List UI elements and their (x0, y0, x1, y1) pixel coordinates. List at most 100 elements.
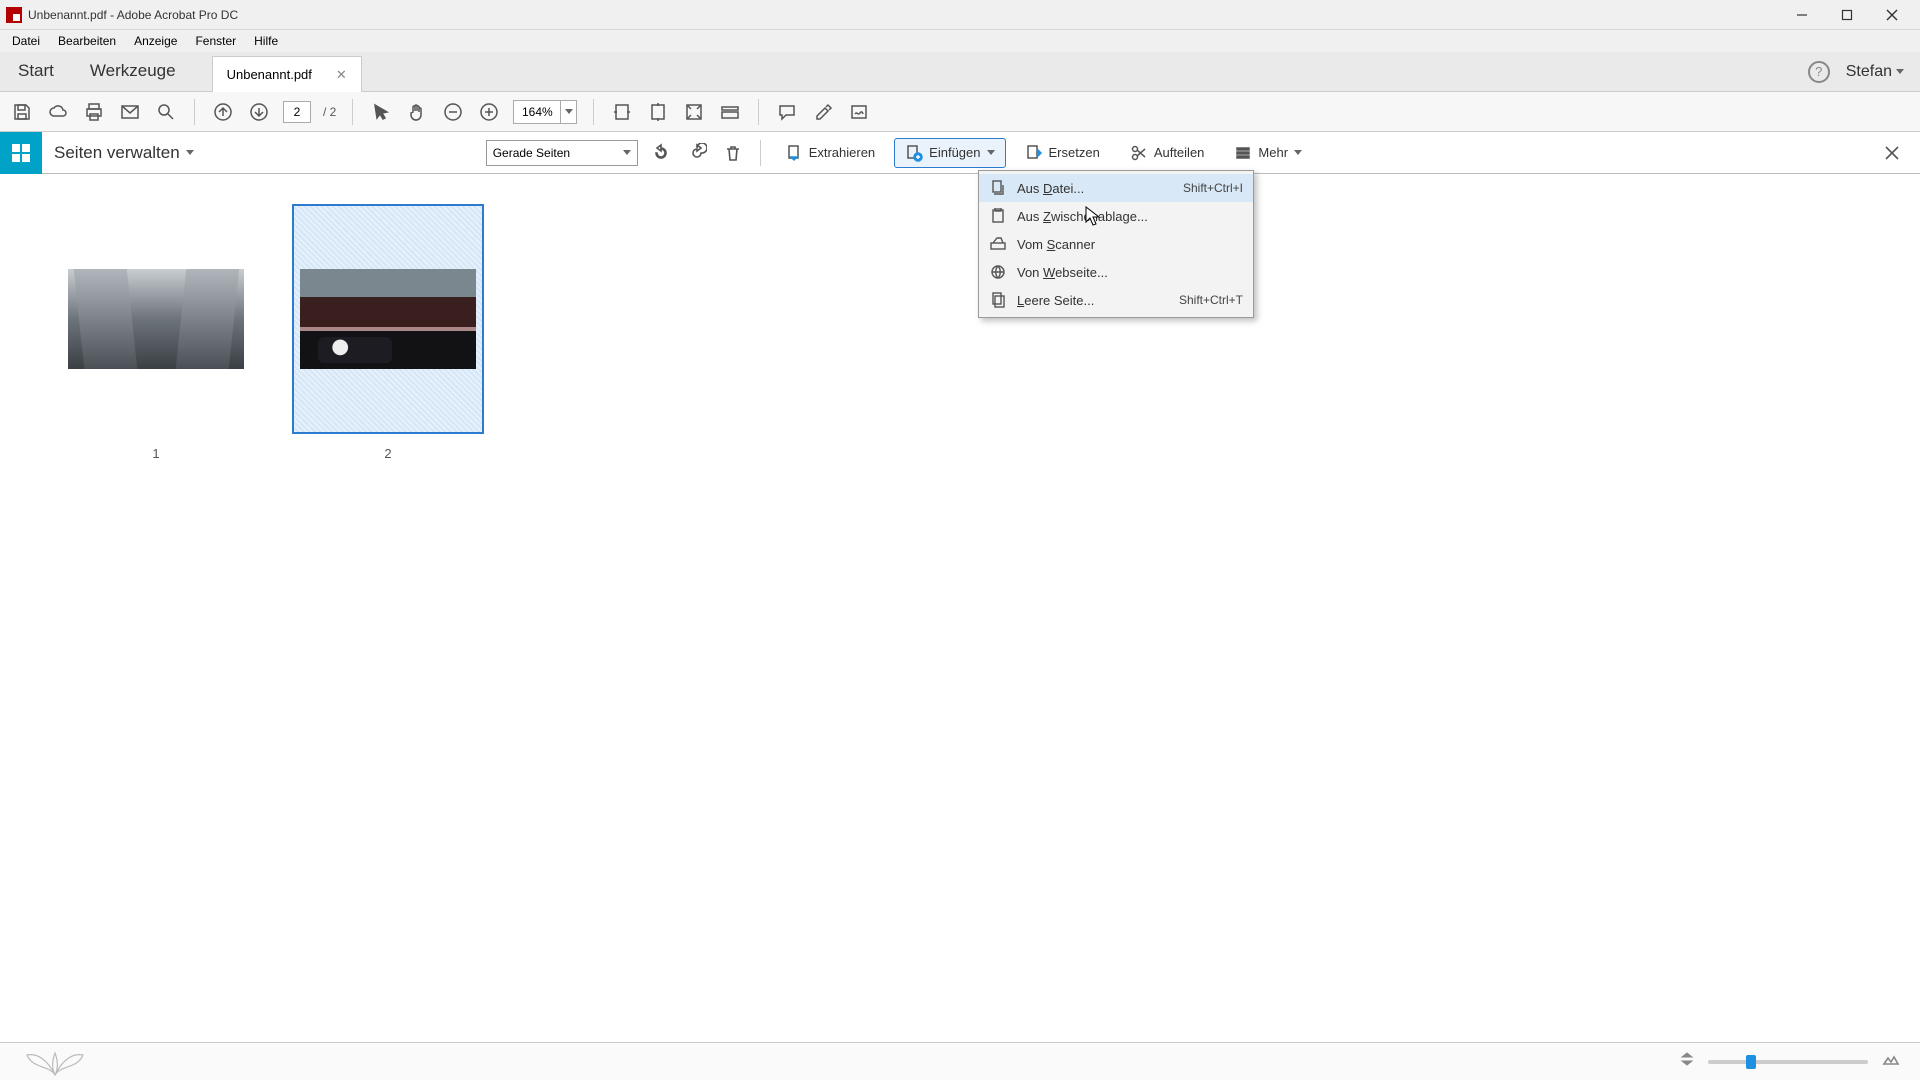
page-down-icon[interactable] (247, 100, 271, 124)
dropdown-vom-scanner-label: Vom Scanner (1017, 237, 1243, 252)
thumbnails-area[interactable]: 1 2 (0, 174, 1920, 1042)
tab-document-label: Unbenannt.pdf (227, 67, 312, 82)
tab-document[interactable]: Unbenannt.pdf ✕ (212, 56, 362, 92)
maximize-button[interactable] (1824, 0, 1869, 30)
menu-fenster[interactable]: Fenster (187, 32, 244, 50)
zoom-select[interactable]: 164% (513, 100, 577, 124)
menu-anzeige[interactable]: Anzeige (126, 32, 185, 50)
split-label: Aufteilen (1154, 145, 1205, 160)
mode-label[interactable]: Seiten verwalten (42, 143, 206, 163)
blank-page-icon (989, 291, 1007, 309)
page-up-icon[interactable] (211, 100, 235, 124)
help-icon[interactable]: ? (1808, 61, 1830, 83)
separator (593, 99, 594, 125)
close-tool-button[interactable] (1878, 139, 1906, 167)
collapse-icon[interactable] (1680, 1051, 1694, 1072)
mode-label-text: Seiten verwalten (54, 143, 180, 163)
dropdown-aus-datei-shortcut: Shift+Ctrl+I (1183, 181, 1243, 195)
file-icon (989, 179, 1007, 197)
tools-row: Seiten verwalten Gerade Seiten Extrahier… (0, 132, 1920, 174)
split-button[interactable]: Aufteilen (1120, 139, 1215, 167)
menu-hilfe[interactable]: Hilfe (246, 32, 286, 50)
zoom-value: 164% (514, 105, 560, 119)
tab-werkzeuge[interactable]: Werkzeuge (72, 51, 194, 91)
comment-icon[interactable] (775, 100, 799, 124)
page-filter-select[interactable]: Gerade Seiten (486, 140, 638, 166)
replace-button[interactable]: Ersetzen (1015, 139, 1110, 167)
close-tab-icon[interactable]: ✕ (336, 67, 347, 83)
butterfly-logo-icon (20, 1039, 90, 1085)
separator (194, 99, 195, 125)
caret-down-icon (186, 150, 194, 155)
dropdown-leere-seite[interactable]: Leere Seite... Shift+Ctrl+T (979, 286, 1253, 314)
signature-icon[interactable] (847, 100, 871, 124)
scanner-icon (989, 235, 1007, 253)
thumbnail-2-image (300, 269, 476, 369)
reading-mode-icon[interactable] (718, 100, 742, 124)
zoom-out-icon[interactable] (441, 100, 465, 124)
thumbnail-1-number: 1 (152, 446, 159, 461)
dropdown-aus-datei-label: Aus Datei... (1017, 181, 1173, 196)
dropdown-aus-zwischenablage-label: Aus Zwischenablage... (1017, 209, 1243, 224)
zoom-in-icon[interactable] (477, 100, 501, 124)
delete-icon[interactable] (720, 140, 746, 166)
mode-badge-icon (0, 132, 42, 174)
menubar: Datei Bearbeiten Anzeige Fenster Hilfe (0, 30, 1920, 52)
thumbnail-size-icon[interactable] (1882, 1050, 1900, 1073)
caret-down-icon (560, 101, 576, 123)
print-icon[interactable] (82, 100, 106, 124)
user-name: Stefan (1846, 63, 1892, 81)
zoom-slider-knob[interactable] (1746, 1055, 1756, 1069)
dropdown-von-webseite-label: Von Webseite... (1017, 265, 1243, 280)
save-icon[interactable] (10, 100, 34, 124)
window-title: Unbenannt.pdf - Adobe Acrobat Pro DC (28, 8, 238, 22)
fit-width-icon[interactable] (610, 100, 634, 124)
insert-dropdown: Aus Datei... Shift+Ctrl+I Aus Zwischenab… (978, 170, 1254, 318)
cloud-icon[interactable] (46, 100, 70, 124)
user-menu[interactable]: Stefan (1846, 63, 1904, 81)
dropdown-aus-datei[interactable]: Aus Datei... Shift+Ctrl+I (979, 174, 1253, 202)
titlebar: Unbenannt.pdf - Adobe Acrobat Pro DC (0, 0, 1920, 30)
dropdown-vom-scanner[interactable]: Vom Scanner (979, 230, 1253, 258)
minimize-button[interactable] (1779, 0, 1824, 30)
arrow-tool-icon[interactable] (369, 100, 393, 124)
dropdown-leere-seite-shortcut: Shift+Ctrl+T (1179, 293, 1243, 307)
dropdown-leere-seite-label: Leere Seite... (1017, 293, 1169, 308)
thumbnail-2[interactable]: 2 (292, 204, 484, 461)
globe-icon (989, 263, 1007, 281)
replace-label: Ersetzen (1049, 145, 1100, 160)
separator (760, 140, 761, 166)
rotate-left-icon[interactable] (648, 140, 674, 166)
extract-button[interactable]: Extrahieren (775, 139, 885, 167)
main-toolbar: / 2 164% (0, 92, 1920, 132)
separator (352, 99, 353, 125)
rotate-right-icon[interactable] (684, 140, 710, 166)
caret-down-icon (987, 150, 995, 155)
search-icon[interactable] (154, 100, 178, 124)
dropdown-von-webseite[interactable]: Von Webseite... (979, 258, 1253, 286)
zoom-slider[interactable] (1708, 1060, 1868, 1064)
highlight-icon[interactable] (811, 100, 835, 124)
menu-datei[interactable]: Datei (4, 32, 48, 50)
dropdown-aus-zwischenablage[interactable]: Aus Zwischenablage... (979, 202, 1253, 230)
more-button[interactable]: Mehr (1224, 139, 1312, 167)
caret-down-icon (1294, 150, 1302, 155)
tabbar: Start Werkzeuge Unbenannt.pdf ✕ ? Stefan (0, 52, 1920, 92)
page-filter-value: Gerade Seiten (493, 146, 570, 160)
clipboard-icon (989, 207, 1007, 225)
caret-down-icon (623, 150, 631, 155)
page-number-input[interactable] (283, 101, 311, 123)
tab-start[interactable]: Start (0, 51, 72, 91)
separator (758, 99, 759, 125)
menu-bearbeiten[interactable]: Bearbeiten (50, 32, 124, 50)
close-window-button[interactable] (1869, 0, 1914, 30)
thumbnail-1-image (68, 269, 244, 369)
caret-down-icon (1896, 69, 1904, 74)
hand-tool-icon[interactable] (405, 100, 429, 124)
mail-icon[interactable] (118, 100, 142, 124)
thumbnail-1[interactable]: 1 (60, 204, 252, 461)
insert-label: Einfügen (929, 145, 980, 160)
fit-height-icon[interactable] (646, 100, 670, 124)
insert-button[interactable]: Einfügen (895, 139, 1004, 167)
fit-page-icon[interactable] (682, 100, 706, 124)
